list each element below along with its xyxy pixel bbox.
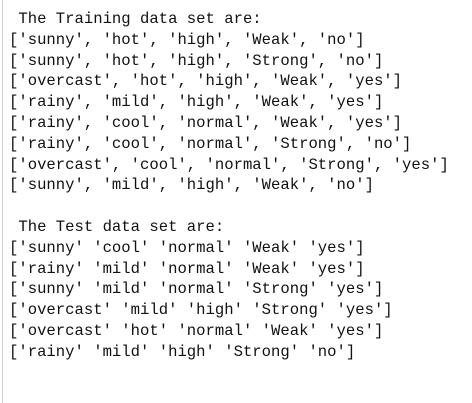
training-row: ['sunny', 'hot', 'high', 'Strong', 'no'] <box>9 51 384 70</box>
training-title: The Training data set are: <box>9 10 262 28</box>
test-row: ['sunny' 'cool' 'normal' 'Weak' 'yes'] <box>9 238 365 257</box>
test-title: The Test data set are: <box>9 217 225 236</box>
test-row: ['rainy' 'mild' 'high' 'Strong' 'no'] <box>9 342 356 361</box>
output-cell: The Training data set are: ['sunny', 'hot… <box>2 0 471 403</box>
training-row: ['overcast', 'cool', 'normal', 'Strong',… <box>9 155 449 174</box>
training-row: ['rainy', 'mild', 'high', 'Weak', 'yes'] <box>9 93 384 112</box>
test-row: ['sunny' 'mild' 'normal' 'Strong' 'yes'] <box>9 280 384 299</box>
training-row: ['overcast', 'hot', 'high', 'Weak', 'yes… <box>9 72 403 91</box>
console-output: The Training data set are: ['sunny', 'hot… <box>3 0 471 363</box>
training-row: ['rainy', 'cool', 'normal', 'Weak', 'yes… <box>9 113 403 132</box>
test-row: ['rainy' 'mild' 'normal' 'Weak' 'yes'] <box>9 259 365 278</box>
training-row: ['sunny', 'mild', 'high', 'Weak', 'no'] <box>9 176 374 195</box>
training-row: ['rainy', 'cool', 'normal', 'Strong', 'n… <box>9 134 412 153</box>
test-row: ['overcast' 'hot' 'normal' 'Weak' 'yes'] <box>9 321 384 340</box>
test-row: ['overcast' 'mild' 'high' 'Strong' 'yes'… <box>9 301 393 320</box>
training-row: ['sunny', 'hot', 'high', 'Weak', 'no'] <box>9 30 365 49</box>
